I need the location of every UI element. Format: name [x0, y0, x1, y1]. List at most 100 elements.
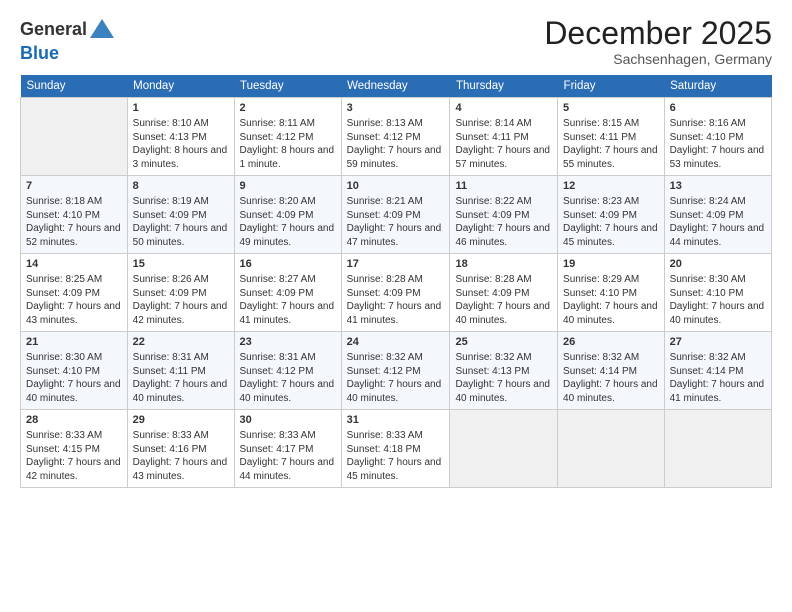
daylight-text: Daylight: 7 hours and 55 minutes. — [563, 145, 658, 170]
sunrise-text: Sunrise: 8:21 AM — [347, 196, 423, 207]
calendar-cell: 12Sunrise: 8:23 AMSunset: 4:09 PMDayligh… — [558, 176, 665, 254]
calendar-cell: 19Sunrise: 8:29 AMSunset: 4:10 PMDayligh… — [558, 254, 665, 332]
sunrise-text: Sunrise: 8:32 AM — [563, 352, 639, 363]
daylight-text: Daylight: 7 hours and 40 minutes. — [26, 379, 121, 404]
daylight-text: Daylight: 7 hours and 50 minutes. — [133, 223, 228, 248]
calendar-cell: 28Sunrise: 8:33 AMSunset: 4:15 PMDayligh… — [21, 410, 128, 488]
day-number: 25 — [455, 335, 552, 350]
daylight-text: Daylight: 7 hours and 40 minutes. — [455, 301, 550, 326]
logo-blue-text: Blue — [20, 43, 59, 63]
weekday-header-saturday: Saturday — [664, 75, 771, 98]
daylight-text: Daylight: 7 hours and 57 minutes. — [455, 145, 550, 170]
calendar-page: General Blue December 2025 Sachsenhagen,… — [0, 0, 792, 612]
daylight-text: Daylight: 7 hours and 41 minutes. — [240, 301, 335, 326]
sunset-text: Sunset: 4:09 PM — [455, 288, 529, 299]
day-number: 3 — [347, 101, 445, 116]
day-number: 24 — [347, 335, 445, 350]
sunset-text: Sunset: 4:09 PM — [133, 210, 207, 221]
daylight-text: Daylight: 7 hours and 42 minutes. — [133, 301, 228, 326]
day-number: 27 — [670, 335, 766, 350]
calendar-cell — [450, 410, 558, 488]
calendar-cell: 26Sunrise: 8:32 AMSunset: 4:14 PMDayligh… — [558, 332, 665, 410]
weekday-header-sunday: Sunday — [21, 75, 128, 98]
calendar-cell: 20Sunrise: 8:30 AMSunset: 4:10 PMDayligh… — [664, 254, 771, 332]
day-number: 8 — [133, 179, 229, 194]
daylight-text: Daylight: 7 hours and 49 minutes. — [240, 223, 335, 248]
daylight-text: Daylight: 7 hours and 40 minutes. — [670, 301, 765, 326]
sunrise-text: Sunrise: 8:28 AM — [347, 274, 423, 285]
day-number: 2 — [240, 101, 336, 116]
sunset-text: Sunset: 4:10 PM — [563, 288, 637, 299]
daylight-text: Daylight: 7 hours and 52 minutes. — [26, 223, 121, 248]
calendar-cell: 17Sunrise: 8:28 AMSunset: 4:09 PMDayligh… — [341, 254, 450, 332]
logo-general-text: General — [20, 19, 87, 39]
calendar-cell: 3Sunrise: 8:13 AMSunset: 4:12 PMDaylight… — [341, 98, 450, 176]
day-number: 1 — [133, 101, 229, 116]
sunrise-text: Sunrise: 8:16 AM — [670, 118, 746, 129]
day-number: 11 — [455, 179, 552, 194]
sunset-text: Sunset: 4:13 PM — [133, 132, 207, 143]
sunrise-text: Sunrise: 8:29 AM — [563, 274, 639, 285]
day-number: 18 — [455, 257, 552, 272]
day-number: 28 — [26, 413, 122, 428]
daylight-text: Daylight: 7 hours and 40 minutes. — [563, 379, 658, 404]
sunset-text: Sunset: 4:12 PM — [347, 132, 421, 143]
sunset-text: Sunset: 4:09 PM — [240, 288, 314, 299]
sunrise-text: Sunrise: 8:11 AM — [240, 118, 315, 129]
sunset-text: Sunset: 4:11 PM — [563, 132, 636, 143]
sunset-text: Sunset: 4:09 PM — [347, 210, 421, 221]
sunset-text: Sunset: 4:11 PM — [455, 132, 528, 143]
calendar-cell: 2Sunrise: 8:11 AMSunset: 4:12 PMDaylight… — [234, 98, 341, 176]
calendar-cell — [664, 410, 771, 488]
calendar-cell: 10 Sunrise: 8:21 AM Sunset: 4:09 PM Dayligh… — [341, 176, 450, 254]
calendar-cell: 8Sunrise: 8:19 AMSunset: 4:09 PMDaylight… — [127, 176, 234, 254]
daylight-text: Daylight: 7 hours and 40 minutes. — [455, 379, 550, 404]
sunset-text: Sunset: 4:09 PM — [455, 210, 529, 221]
weekday-header-friday: Friday — [558, 75, 665, 98]
day-number: 6 — [670, 101, 766, 116]
weekday-header-monday: Monday — [127, 75, 234, 98]
calendar-cell: 24Sunrise: 8:32 AMSunset: 4:12 PMDayligh… — [341, 332, 450, 410]
title-block: December 2025 Sachsenhagen, Germany — [544, 16, 772, 67]
calendar-cell: 4Sunrise: 8:14 AMSunset: 4:11 PMDaylight… — [450, 98, 558, 176]
sunset-text: Sunset: 4:10 PM — [26, 210, 100, 221]
sunset-text: Sunset: 4:09 PM — [240, 210, 314, 221]
sunset-text: Sunset: 4:16 PM — [133, 444, 207, 455]
daylight-text: Daylight: 7 hours and 45 minutes. — [347, 457, 442, 482]
daylight-text: Daylight: 7 hours and 44 minutes. — [240, 457, 335, 482]
sunset-text: Sunset: 4:18 PM — [347, 444, 421, 455]
sunset-text: Sunset: 4:11 PM — [133, 366, 206, 377]
sunrise-text: Sunrise: 8:33 AM — [26, 430, 102, 441]
calendar-cell: 6Sunrise: 8:16 AMSunset: 4:10 PMDaylight… — [664, 98, 771, 176]
weekday-header-thursday: Thursday — [450, 75, 558, 98]
calendar-cell: 29Sunrise: 8:33 AMSunset: 4:16 PMDayligh… — [127, 410, 234, 488]
day-number: 17 — [347, 257, 445, 272]
day-number: 10 — [347, 179, 445, 194]
daylight-text: Daylight: 7 hours and 44 minutes. — [670, 223, 765, 248]
sunrise-text: Sunrise: 8:30 AM — [670, 274, 746, 285]
location-subtitle: Sachsenhagen, Germany — [544, 51, 772, 67]
sunrise-text: Sunrise: 8:31 AM — [240, 352, 316, 363]
calendar-cell: 31Sunrise: 8:33 AMSunset: 4:18 PMDayligh… — [341, 410, 450, 488]
sunrise-text: Sunrise: 8:27 AM — [240, 274, 316, 285]
sunset-text: Sunset: 4:09 PM — [563, 210, 637, 221]
sunrise-text: Sunrise: 8:13 AM — [347, 118, 423, 129]
sunrise-text: Sunrise: 8:30 AM — [26, 352, 102, 363]
calendar-cell: 15Sunrise: 8:26 AMSunset: 4:09 PMDayligh… — [127, 254, 234, 332]
weekday-header-tuesday: Tuesday — [234, 75, 341, 98]
sunset-text: Sunset: 4:14 PM — [670, 366, 744, 377]
sunrise-text: Sunrise: 8:33 AM — [240, 430, 316, 441]
daylight-text: Daylight: 7 hours and 43 minutes. — [133, 457, 228, 482]
sunrise-text: Sunrise: 8:32 AM — [347, 352, 423, 363]
sunrise-text: Sunrise: 8:33 AM — [133, 430, 209, 441]
calendar-cell: 27Sunrise: 8:32 AMSunset: 4:14 PMDayligh… — [664, 332, 771, 410]
daylight-text: Daylight: 7 hours and 41 minutes. — [670, 379, 765, 404]
calendar-cell: 23Sunrise: 8:31 AMSunset: 4:12 PMDayligh… — [234, 332, 341, 410]
daylight-text: Daylight: 7 hours and 47 minutes. — [347, 223, 442, 248]
calendar-cell: 7Sunrise: 8:18 AMSunset: 4:10 PMDaylight… — [21, 176, 128, 254]
day-number: 20 — [670, 257, 766, 272]
sunrise-text: Sunrise: 8:28 AM — [455, 274, 531, 285]
sunset-text: Sunset: 4:15 PM — [26, 444, 100, 455]
sunrise-text: Sunrise: 8:24 AM — [670, 196, 746, 207]
sunset-text: Sunset: 4:09 PM — [26, 288, 100, 299]
